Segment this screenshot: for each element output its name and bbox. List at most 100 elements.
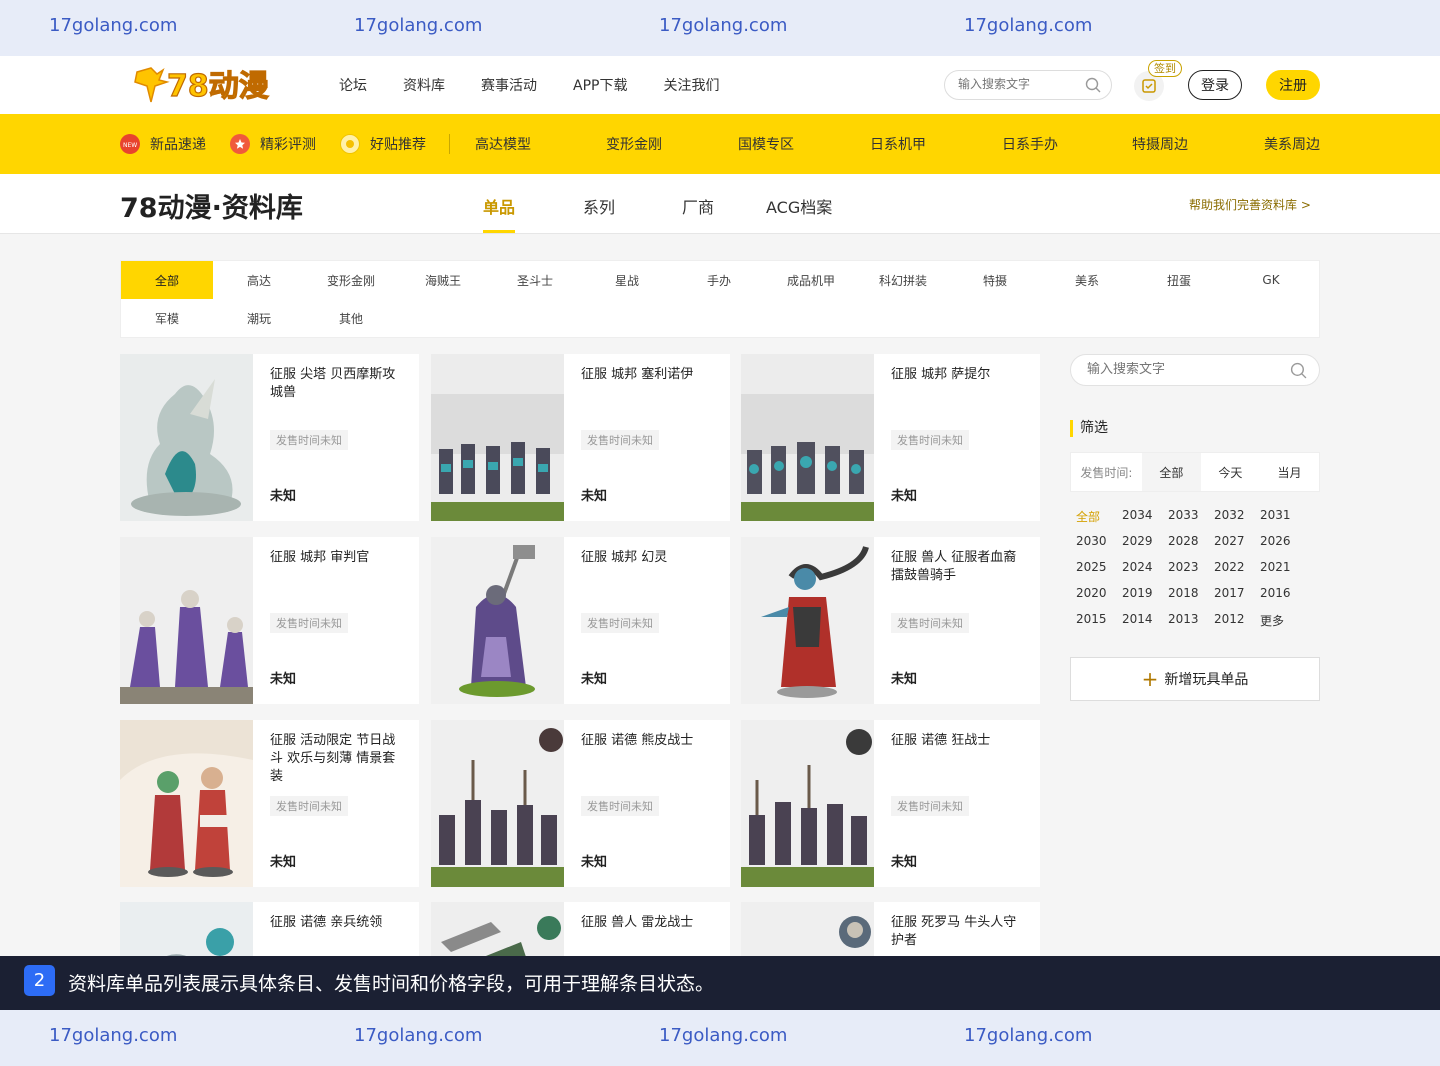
year-option[interactable]: 2033 bbox=[1168, 508, 1199, 522]
nav-events[interactable]: 赛事活动 bbox=[481, 75, 537, 95]
filter-gashapon[interactable]: 扭蛋 bbox=[1133, 261, 1225, 299]
filter-all[interactable]: 全部 bbox=[121, 261, 213, 299]
time-tab-all[interactable]: 全部 bbox=[1141, 453, 1201, 491]
nav-app-download[interactable]: APP下载 bbox=[573, 75, 627, 95]
category-gundam[interactable]: 高达模型 bbox=[475, 114, 531, 174]
product-image[interactable] bbox=[120, 537, 253, 704]
product-image[interactable] bbox=[431, 354, 564, 521]
year-option[interactable]: 2012 bbox=[1214, 612, 1245, 626]
nav-forum[interactable]: 论坛 bbox=[339, 75, 367, 95]
time-tab-today[interactable]: 今天 bbox=[1201, 453, 1260, 491]
year-option[interactable]: 2031 bbox=[1260, 508, 1291, 522]
help-improve-link[interactable]: 帮助我们完善资料库 > bbox=[1189, 196, 1311, 213]
product-card[interactable]: 征服 城邦 塞利诺伊 发售时间未知 未知 bbox=[431, 354, 730, 521]
tab-series[interactable]: 系列 bbox=[583, 194, 615, 218]
year-option[interactable]: 2030 bbox=[1076, 534, 1107, 548]
search-icon[interactable] bbox=[1085, 77, 1101, 97]
product-name[interactable]: 征服 城邦 塞利诺伊 bbox=[581, 366, 719, 384]
year-option[interactable]: 2026 bbox=[1260, 534, 1291, 548]
year-option[interactable]: 2032 bbox=[1214, 508, 1245, 522]
filter-transformers[interactable]: 变形金刚 bbox=[305, 261, 397, 299]
category-domestic[interactable]: 国模专区 bbox=[738, 114, 794, 174]
year-option[interactable]: 2027 bbox=[1214, 534, 1245, 548]
featured-review[interactable]: 精彩评测 bbox=[230, 114, 316, 174]
year-option[interactable]: 2016 bbox=[1260, 586, 1291, 600]
product-name[interactable]: 征服 死罗马 牛头人守护者 bbox=[891, 914, 1029, 950]
filter-designer-toys[interactable]: 潮玩 bbox=[213, 299, 305, 337]
tab-items[interactable]: 单品 bbox=[483, 194, 515, 218]
product-image[interactable] bbox=[120, 720, 253, 887]
checkin-button[interactable]: 签到 bbox=[1134, 60, 1182, 101]
register-button[interactable]: 注册 bbox=[1266, 70, 1320, 100]
filter-gk[interactable]: GK bbox=[1225, 261, 1317, 299]
product-card[interactable]: 征服 尖塔 贝西摩斯攻城兽 发售时间未知 未知 bbox=[120, 354, 419, 521]
category-jp-mecha[interactable]: 日系机甲 bbox=[870, 114, 926, 174]
search-icon[interactable] bbox=[1290, 362, 1307, 383]
category-tokusatsu[interactable]: 特摄周边 bbox=[1132, 114, 1188, 174]
product-name[interactable]: 征服 兽人 雷龙战士 bbox=[581, 914, 719, 932]
featured-recommend[interactable]: 好贴推荐 bbox=[340, 114, 426, 174]
category-transformers[interactable]: 变形金刚 bbox=[606, 114, 662, 174]
year-option[interactable]: 2017 bbox=[1214, 586, 1245, 600]
filter-tokusatsu[interactable]: 特摄 bbox=[949, 261, 1041, 299]
category-us[interactable]: 美系周边 bbox=[1264, 114, 1320, 174]
product-card[interactable]: 征服 诺德 熊皮战士 发售时间未知 未知 bbox=[431, 720, 730, 887]
product-card[interactable]: 征服 诺德 狂战士 发售时间未知 未知 bbox=[741, 720, 1040, 887]
filter-us[interactable]: 美系 bbox=[1041, 261, 1133, 299]
product-image[interactable] bbox=[741, 720, 874, 887]
filter-saint-seiya[interactable]: 圣斗士 bbox=[489, 261, 581, 299]
tab-acg-archive[interactable]: ACG档案 bbox=[766, 194, 832, 218]
time-tab-this-month[interactable]: 当月 bbox=[1260, 453, 1319, 491]
filter-military[interactable]: 军模 bbox=[121, 299, 213, 337]
featured-new[interactable]: NEW 新品速递 bbox=[120, 114, 206, 174]
year-option[interactable]: 2028 bbox=[1168, 534, 1199, 548]
add-toy-item-button[interactable]: + 新增玩具单品 bbox=[1070, 657, 1320, 701]
year-option[interactable]: 2034 bbox=[1122, 508, 1153, 522]
year-option[interactable]: 2020 bbox=[1076, 586, 1107, 600]
nav-database[interactable]: 资料库 bbox=[403, 75, 445, 95]
product-name[interactable]: 征服 尖塔 贝西摩斯攻城兽 bbox=[270, 366, 408, 402]
product-name[interactable]: 征服 城邦 审判官 bbox=[270, 549, 408, 567]
product-card[interactable]: 征服 城邦 萨提尔 发售时间未知 未知 bbox=[741, 354, 1040, 521]
product-name[interactable]: 征服 城邦 幻灵 bbox=[581, 549, 719, 567]
product-image[interactable] bbox=[741, 537, 874, 704]
filter-finished-mecha[interactable]: 成品机甲 bbox=[765, 261, 857, 299]
filter-other[interactable]: 其他 bbox=[305, 299, 397, 337]
filter-one-piece[interactable]: 海贼王 bbox=[397, 261, 489, 299]
year-option[interactable]: 2025 bbox=[1076, 560, 1107, 574]
tab-makers[interactable]: 厂商 bbox=[682, 194, 714, 218]
year-option[interactable]: 2023 bbox=[1168, 560, 1199, 574]
year-option[interactable]: 2022 bbox=[1214, 560, 1245, 574]
year-option[interactable]: 2024 bbox=[1122, 560, 1153, 574]
product-image[interactable] bbox=[741, 354, 874, 521]
product-card[interactable]: 征服 城邦 审判官 发售时间未知 未知 bbox=[120, 537, 419, 704]
product-name[interactable]: 征服 兽人 征服者血裔擂鼓兽骑手 bbox=[891, 549, 1029, 585]
category-jp-figures[interactable]: 日系手办 bbox=[1002, 114, 1058, 174]
product-name[interactable]: 征服 诺德 狂战士 bbox=[891, 732, 1029, 750]
year-option[interactable]: 2014 bbox=[1122, 612, 1153, 626]
product-name[interactable]: 征服 诺德 熊皮战士 bbox=[581, 732, 719, 750]
site-logo[interactable]: 78动漫 bbox=[133, 64, 291, 106]
year-more-link[interactable]: 更多 bbox=[1260, 612, 1284, 629]
year-option[interactable]: 2019 bbox=[1122, 586, 1153, 600]
year-option[interactable]: 全部 bbox=[1076, 508, 1100, 525]
product-image[interactable] bbox=[431, 537, 564, 704]
product-name[interactable]: 征服 城邦 萨提尔 bbox=[891, 366, 1029, 384]
nav-follow-us[interactable]: 关注我们 bbox=[663, 75, 719, 95]
year-option[interactable]: 2021 bbox=[1260, 560, 1291, 574]
year-option[interactable]: 2015 bbox=[1076, 612, 1107, 626]
product-name[interactable]: 征服 活动限定 节日战斗 欢乐与刻薄 情景套装 bbox=[270, 732, 408, 786]
login-button[interactable]: 登录 bbox=[1188, 70, 1242, 100]
filter-figures[interactable]: 手办 bbox=[673, 261, 765, 299]
product-image[interactable] bbox=[120, 354, 253, 521]
product-card[interactable]: 征服 活动限定 节日战斗 欢乐与刻薄 情景套装 发售时间未知 未知 bbox=[120, 720, 419, 887]
filter-gundam[interactable]: 高达 bbox=[213, 261, 305, 299]
year-option[interactable]: 2013 bbox=[1168, 612, 1199, 626]
year-option[interactable]: 2029 bbox=[1122, 534, 1153, 548]
filter-scifi-kits[interactable]: 科幻拼装 bbox=[857, 261, 949, 299]
sidebar-search-input[interactable] bbox=[1087, 362, 1277, 377]
filter-star-wars[interactable]: 星战 bbox=[581, 261, 673, 299]
product-image[interactable] bbox=[431, 720, 564, 887]
year-option[interactable]: 2018 bbox=[1168, 586, 1199, 600]
header-search-input[interactable] bbox=[958, 77, 1078, 91]
